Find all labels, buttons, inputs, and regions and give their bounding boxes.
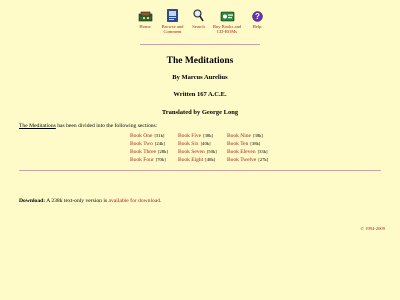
section-size: [50k] <box>206 148 217 154</box>
section-book-six[interactable]: Book Six [40k] <box>178 141 227 148</box>
download-link[interactable]: available for download <box>109 198 161 204</box>
section-book-ten[interactable]: Book Ten [38k] <box>227 141 275 148</box>
section-size: [27k] <box>258 156 269 162</box>
intro-text: The Meditations has been divided into th… <box>19 123 157 129</box>
search-icon <box>193 9 204 22</box>
section-size: [38k] <box>253 133 263 138</box>
nav-buy-label-2: CD-ROMs <box>216 29 238 34</box>
nav-home[interactable]: Home <box>133 9 157 29</box>
section-link[interactable]: Book Seven <box>178 149 205 155</box>
section-link[interactable]: Book One <box>130 133 152 139</box>
intro-title-link[interactable]: The Meditations <box>19 123 56 129</box>
nav-help-label: Help <box>252 24 262 29</box>
section-size: [40k] <box>205 156 216 162</box>
section-link[interactable]: Book Three <box>130 149 156 155</box>
page-title: The Meditations <box>166 56 234 66</box>
section-size: [70k] <box>155 156 166 162</box>
nav-bar: Home Browse and Comment Search Buy Books… <box>133 9 269 34</box>
section-link[interactable]: Book Six <box>178 141 199 147</box>
translator-line: Translated by George Long <box>161 109 239 116</box>
section-size: [28k] <box>158 148 168 154</box>
section-link[interactable]: Book Ten <box>227 141 248 147</box>
section-link[interactable]: Book Twelve <box>227 157 256 163</box>
section-size: [38k] <box>250 140 261 146</box>
download-end: . <box>160 198 162 204</box>
section-size: [31k] <box>154 133 165 138</box>
home-icon <box>138 9 153 22</box>
download-line: Download: A 238k text-only version is av… <box>19 198 162 204</box>
section-book-seven[interactable]: Book Seven [50k] <box>178 149 227 156</box>
section-link[interactable]: Book Two <box>130 141 153 147</box>
section-link[interactable]: Book Eleven <box>227 149 256 155</box>
nav-browse-label-2: Comment <box>163 29 182 34</box>
download-label: Download: <box>19 198 46 204</box>
svg-text:?: ? <box>255 12 260 21</box>
help-icon: ? <box>251 9 263 22</box>
nav-home-label: Home <box>139 24 151 29</box>
divider-top <box>140 44 260 45</box>
section-book-eight[interactable]: Book Eight [40k] <box>178 157 227 164</box>
section-book-nine[interactable]: Book Nine [38k] <box>227 133 275 140</box>
author-line: By Marcus Aurelius <box>172 74 228 81</box>
section-link[interactable]: Book Eight <box>178 157 203 163</box>
nav-search-label: Search <box>192 24 205 29</box>
nav-help[interactable]: ? Help <box>245 9 269 29</box>
section-link[interactable]: Book Nine <box>227 133 251 139</box>
section-book-twelve[interactable]: Book Twelve [27k] <box>227 157 275 164</box>
section-book-eleven[interactable]: Book Eleven [33k] <box>227 149 275 156</box>
section-size: [40k] <box>200 140 211 146</box>
section-size: [33k] <box>257 148 268 154</box>
section-size: [24k] <box>154 140 165 146</box>
intro-body: has been divided into the following sect… <box>55 123 158 129</box>
section-book-four[interactable]: Book Four [70k] <box>130 157 178 164</box>
section-link[interactable]: Book Four <box>130 157 154 163</box>
section-book-two[interactable]: Book Two [24k] <box>130 141 178 148</box>
nav-buy-books[interactable]: Buy Books and CD-ROMs <box>209 9 245 34</box>
sections-list: Book One [31k] Book Five [38k] Book Nine [3… <box>130 133 275 163</box>
section-book-five[interactable]: Book Five [38k] <box>178 133 227 140</box>
download-text: A 238k text-only version is <box>45 198 109 204</box>
nav-search[interactable]: Search <box>188 9 209 29</box>
nav-browse-comment[interactable]: Browse and Comment <box>157 9 188 34</box>
browse-comment-icon <box>167 9 178 22</box>
section-book-three[interactable]: Book Three [28k] <box>130 149 178 156</box>
section-book-one[interactable]: Book One [31k] <box>130 133 178 140</box>
section-size: [38k] <box>203 133 214 138</box>
divider-bottom <box>19 170 381 171</box>
section-link[interactable]: Book Five <box>178 133 201 139</box>
written-line: Written 167 A.C.E. <box>173 91 227 98</box>
copyright-link[interactable]: © 1994-2009 <box>360 226 385 231</box>
buy-books-icon <box>220 9 235 22</box>
